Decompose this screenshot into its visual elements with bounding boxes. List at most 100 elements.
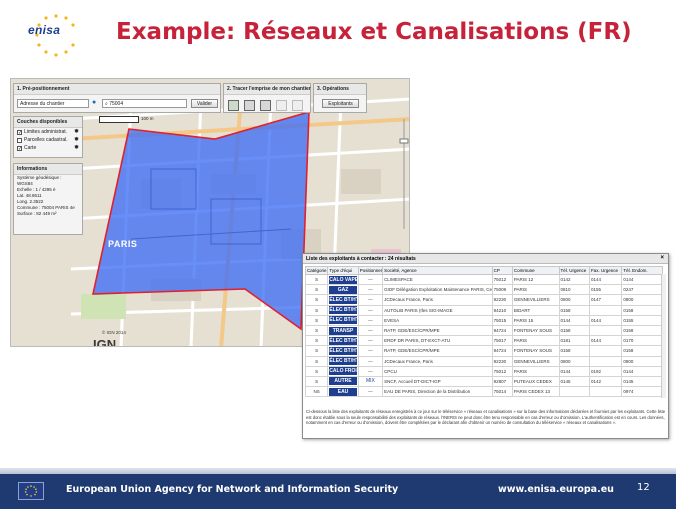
logo-text: enisa [28, 23, 61, 37]
column-header[interactable]: Tél. Endom. [621, 266, 663, 275]
table-row[interactable]: SÉLEC BT/HTA—JCDecaux France, Paris92230… [304, 294, 663, 306]
layer-checkbox[interactable]: ✓ [17, 129, 22, 135]
table-row[interactable]: S CALO FROID — CPCU 75012 PARIS 0144 0192 0144 [304, 365, 663, 377]
positioning-cell: — [357, 386, 384, 398]
damage-phone-cell: 0155 [621, 314, 663, 326]
damage-phone-cell: 0158 [621, 324, 663, 337]
category-cell: S [304, 284, 329, 296]
commune-cell: PUTEAUX CEDEX [511, 375, 560, 388]
postcode-cell: 94210 [491, 304, 513, 316]
positioning-cell: — [357, 345, 384, 357]
positioning-cell: — [357, 273, 384, 286]
gear-icon[interactable]: ✹ [74, 145, 79, 151]
emergency-phone-cell [558, 386, 590, 398]
table-row[interactable]: SÉLEC BT/HTA—EVESA75015PARIS 15014401440… [304, 314, 663, 326]
category-cell: NS [304, 386, 329, 398]
postcode-cell: 92230 [491, 355, 513, 367]
agency-cell: JCDecaux France, Paris [382, 294, 493, 306]
emergency-fax-cell: 0142 [588, 375, 623, 388]
table-row[interactable]: NS EAU — EAU DE PARIS, Direction de la Dist… [304, 386, 663, 398]
table-row[interactable]: SÉLEC BT/HTA—RATP, GDE/ESC/CPR/MPE94724F… [304, 345, 663, 357]
category-cell: S [304, 294, 329, 306]
category-cell: S [304, 314, 329, 326]
layer-row[interactable]: ✓ Limites administrat. ✹ [14, 128, 82, 136]
column-header[interactable]: Catégorie [304, 266, 329, 275]
layer-row[interactable]: Parcelles cadastral. ✹ [14, 136, 82, 144]
postcode-cell: 94724 [491, 324, 513, 337]
erase-tool-icon[interactable] [276, 100, 287, 111]
results-scrollbar[interactable] [661, 274, 666, 398]
commune-cell: FONTENAY SOUS [511, 345, 560, 357]
step1-title: 1. Pré-positionnement [14, 84, 220, 95]
draw-polygon-tool-icon[interactable] [228, 100, 239, 111]
equipment-type-cell: TRANSP [327, 324, 359, 337]
emergency-phone-cell: 0800 [558, 294, 590, 306]
equipment-type-badge: ÉLEC BT/HTA [329, 336, 359, 345]
emergency-fax-cell [588, 386, 623, 398]
postcode-cell: 75017 [491, 335, 513, 347]
positioning-cell: — [357, 355, 384, 367]
map-provider-logo: IGN [93, 337, 117, 347]
results-title-bar: Liste des exploitants à contacter : 24 r… [303, 254, 668, 264]
layer-checkbox[interactable]: ✓ [17, 145, 22, 151]
agency-cell: CLIMESPACE [382, 273, 493, 286]
column-header[interactable]: Commune [511, 266, 560, 275]
position-type-select[interactable]: Adresse du chantier [17, 99, 89, 108]
column-header[interactable]: Fax. Urgence [588, 266, 623, 275]
agency-cell: AUTOLIB PARIS (Ifes SIG-IMAGE [382, 304, 493, 316]
address-search-value: 75004 [109, 101, 124, 107]
validate-button[interactable]: Valider [191, 99, 218, 108]
column-header[interactable]: Positionnement [357, 266, 384, 275]
damage-phone-cell: 0974 [621, 386, 663, 398]
commune-cell: GENNEVILLIERS [511, 355, 560, 367]
results-table: Catégorie Type d'équi Positionnement Soc… [304, 266, 663, 398]
gear-icon[interactable]: ✹ [74, 137, 79, 143]
commune-cell: PARIS [511, 284, 560, 296]
positioning-cell: — [357, 284, 384, 296]
layers-title: Couches disponibles [14, 117, 82, 128]
delete-tool-icon[interactable] [292, 100, 303, 111]
step2-title: 2. Tracer l'emprise de mon chantier [224, 84, 311, 95]
table-row[interactable]: SÉLEC BT/HTA—JCDecaux France, Paris92230… [304, 355, 663, 367]
gear-icon[interactable]: ✹ [74, 129, 79, 135]
footer-website-link[interactable]: www.enisa.europa.eu [498, 484, 614, 495]
emergency-fax-cell [588, 345, 623, 357]
column-header[interactable]: Type d'équi [327, 266, 359, 275]
emergency-fax-cell: 0147 [588, 294, 623, 306]
map-scale-label: 100 m [141, 116, 154, 121]
category-cell: S [304, 345, 329, 357]
table-row[interactable]: S GAZ — GrDF Délégation Exploitation Mainte… [304, 284, 663, 296]
table-row[interactable]: SCALO VAPEUR—CLIMESPACE75012PARIS 120142… [304, 273, 663, 286]
commune-cell: FONTENAY SOUS [511, 324, 560, 337]
equipment-type-badge: CALO VAPEUR [329, 275, 359, 284]
column-header[interactable]: CP [491, 266, 513, 275]
table-row[interactable]: S AUTRE MIX SNCF, Accueil DT-DICT-IGP 92807 P… [304, 375, 663, 388]
emergency-phone-cell: 0142 [558, 273, 590, 286]
column-header[interactable]: Tél. Urgence [558, 266, 590, 275]
damage-phone-cell: 0145 [621, 375, 663, 388]
layer-row[interactable]: ✓ Carte ✹ [14, 144, 82, 152]
map-copyright: © IGN 2014 [102, 330, 126, 335]
category-cell: S [304, 324, 329, 337]
table-row[interactable]: S TRANSP — RATP, GDE/ESC/CPR/MPE 94724 FONTEN… [304, 324, 663, 337]
table-row[interactable]: SÉLEC BT/HTA—ERDF DR PARIS, DT-EXCT-ATU7… [304, 335, 663, 347]
address-search-input[interactable]: ⌕ 75004 [102, 99, 187, 108]
draw-rectangle-tool-icon[interactable] [244, 100, 255, 111]
edit-shape-tool-icon[interactable] [260, 100, 271, 111]
help-icon[interactable]: ● [92, 99, 96, 107]
postcode-cell: 75009 [491, 284, 513, 296]
emergency-fax-cell: 0144 [588, 273, 623, 286]
layer-label: Parcelles cadastral. [24, 137, 68, 143]
operators-button[interactable]: Exploitants [322, 99, 359, 108]
column-header[interactable]: Société, Agence [382, 266, 493, 275]
emergency-fax-cell: 0144 [588, 335, 623, 347]
table-row[interactable]: SÉLEC BT/HTA—AUTOLIB PARIS (Ifes SIG-IMA… [304, 304, 663, 316]
layer-checkbox[interactable] [17, 137, 22, 143]
emergency-fax-cell: 0192 [588, 365, 623, 377]
close-icon[interactable]: × [660, 255, 664, 261]
layer-label: Carte [24, 145, 37, 151]
postcode-cell: 75012 [491, 365, 513, 377]
damage-phone-cell: 0144 [621, 273, 663, 286]
category-cell: S [304, 355, 329, 367]
step2-panel: 2. Tracer l'emprise de mon chantier [223, 83, 311, 113]
